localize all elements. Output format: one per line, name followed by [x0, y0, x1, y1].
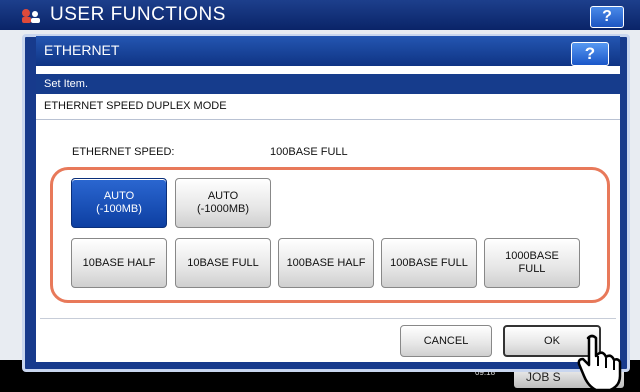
option-100base-half[interactable]: 100BASE HALF [278, 238, 374, 288]
option-100base-full[interactable]: 100BASE FULL [381, 238, 477, 288]
option-label: 10BASE FULL [187, 256, 259, 269]
dialog-title-bar: ETHERNET [36, 36, 620, 66]
option-auto-100mb[interactable]: AUTO (-100MB) [71, 178, 167, 228]
option-10base-full[interactable]: 10BASE FULL [175, 238, 271, 288]
option-10base-half[interactable]: 10BASE HALF [71, 238, 167, 288]
option-1000base-full[interactable]: 1000BASE FULL [484, 238, 580, 288]
option-label: AUTO (-100MB) [96, 190, 142, 215]
option-label: AUTO (-1000MB) [197, 190, 249, 215]
option-auto-1000mb[interactable]: AUTO (-1000MB) [175, 178, 271, 228]
background-help-button[interactable]: ? [590, 6, 624, 28]
mode-title: ETHERNET SPEED DUPLEX MODE [36, 94, 620, 120]
ethernet-speed-value: 100BASE FULL [270, 146, 348, 158]
background-title: USER FUNCTIONS [50, 4, 226, 25]
divider [40, 318, 616, 319]
option-label: 100BASE HALF [286, 256, 366, 269]
option-label: 10BASE HALF [82, 256, 156, 269]
set-item-bar: Set Item. [36, 74, 620, 94]
cancel-button[interactable]: CANCEL [400, 325, 492, 357]
option-label: 100BASE FULL [390, 256, 468, 269]
ethernet-speed-label: ETHERNET SPEED: [72, 146, 175, 158]
pointing-hand-icon [577, 334, 622, 390]
help-button[interactable]: ? [571, 42, 609, 66]
dialog-title: ETHERNET [44, 42, 120, 58]
user-functions-icon [22, 9, 40, 23]
option-label: 1000BASE FULL [505, 250, 559, 275]
